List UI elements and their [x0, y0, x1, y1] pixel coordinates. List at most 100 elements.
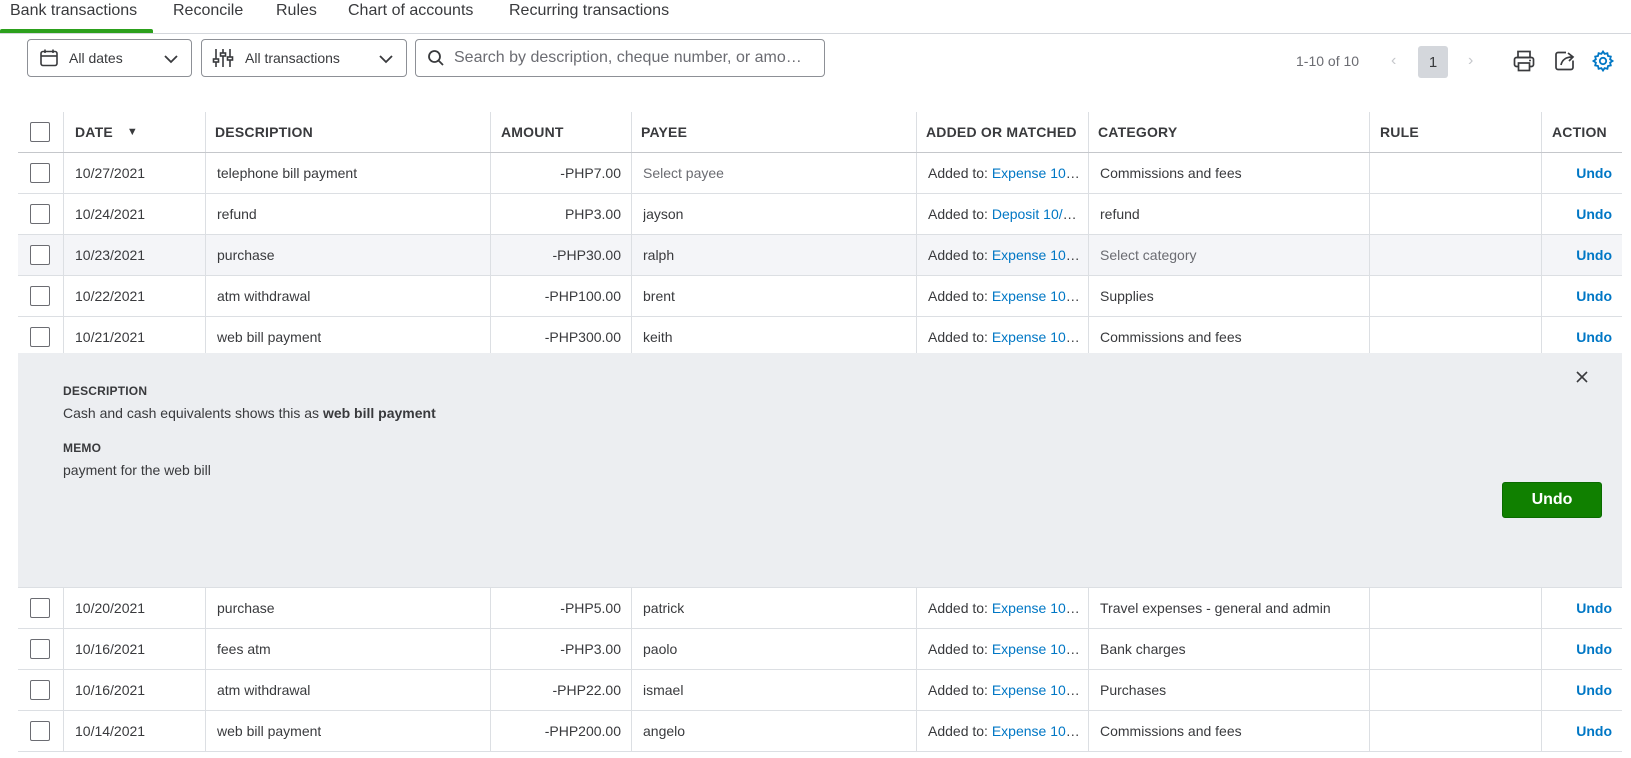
cell-category[interactable]: Commissions and fees	[1100, 153, 1335, 193]
matched-transaction-link[interactable]: Expense 10/16/2021	[992, 641, 1083, 657]
table-row[interactable]: 10/21/2021 web bill payment -PHP300.00 keit…	[18, 317, 1622, 358]
cell-payee[interactable]: Select payee	[643, 153, 903, 193]
row-undo-link[interactable]: Undo	[1552, 588, 1612, 628]
cell-payee[interactable]: ismael	[643, 670, 903, 710]
row-undo-link[interactable]: Undo	[1552, 317, 1612, 357]
cell-category[interactable]: refund	[1100, 194, 1335, 234]
header-rule[interactable]: RULE	[1380, 112, 1530, 152]
row-checkbox[interactable]	[30, 639, 50, 659]
tab-reconcile[interactable]: Reconcile	[173, 0, 243, 33]
cell-added-or-matched: Added to: Deposit 10/24/2021	[928, 194, 1083, 234]
row-checkbox[interactable]	[30, 163, 50, 183]
printer-icon[interactable]	[1511, 48, 1537, 74]
dates-dropdown[interactable]: All dates	[27, 39, 192, 77]
row-undo-link[interactable]: Undo	[1552, 629, 1612, 669]
matched-transaction-link[interactable]: Expense 10/21/2021	[992, 329, 1083, 345]
cell-payee[interactable]: brent	[643, 276, 903, 316]
column-divider	[631, 317, 632, 357]
cell-payee[interactable]: patrick	[643, 588, 903, 628]
matched-transaction-link[interactable]: Expense 10/20/2021	[992, 600, 1083, 616]
cell-category[interactable]: Bank charges	[1100, 629, 1335, 669]
matched-transaction-link[interactable]: Expense 10/23/2021	[992, 247, 1083, 263]
cell-payee[interactable]: keith	[643, 317, 903, 357]
header-added-or-matched[interactable]: ADDED OR MATCHED	[926, 112, 1086, 152]
select-all-checkbox[interactable]	[30, 122, 50, 142]
cell-date: 10/16/2021	[75, 641, 146, 657]
row-undo-link[interactable]: Undo	[1552, 670, 1612, 710]
row-checkbox[interactable]	[30, 286, 50, 306]
cell-rule	[1380, 588, 1530, 628]
column-divider	[1088, 711, 1089, 751]
table-row[interactable]: 10/16/2021 atm withdrawal -PHP22.00 ismael A…	[18, 670, 1622, 711]
matched-transaction-link[interactable]: Expense 10/22/2021	[992, 288, 1083, 304]
cell-category[interactable]: Commissions and fees	[1100, 711, 1335, 751]
row-checkbox[interactable]	[30, 721, 50, 741]
table-row[interactable]: 10/16/2021 fees atm -PHP3.00 paolo Added to:…	[18, 629, 1622, 670]
row-undo-link[interactable]: Undo	[1552, 194, 1612, 234]
row-undo-link[interactable]: Undo	[1552, 235, 1612, 275]
column-divider	[631, 629, 632, 669]
current-page-button[interactable]: 1	[1418, 46, 1448, 78]
column-divider	[916, 153, 917, 193]
matched-transaction-link[interactable]: Expense 10/14/2021	[992, 723, 1083, 739]
row-checkbox[interactable]	[30, 204, 50, 224]
tab-chart-of-accounts[interactable]: Chart of accounts	[348, 0, 473, 33]
cell-added-or-matched: Added to: Expense 10/20/2021	[928, 588, 1083, 628]
detail-undo-button[interactable]: Undo	[1502, 482, 1602, 518]
column-divider	[63, 670, 64, 710]
cell-category[interactable]: Commissions and fees	[1100, 317, 1335, 357]
prev-page-button[interactable]: ‹	[1391, 52, 1396, 70]
column-divider	[205, 629, 206, 669]
cell-category[interactable]: Purchases	[1100, 670, 1335, 710]
matched-transaction-link[interactable]: Deposit 10/24/2021	[992, 206, 1083, 222]
search-input[interactable]	[454, 49, 814, 67]
close-icon[interactable]	[1572, 367, 1592, 387]
added-prefix: Added to:	[928, 723, 992, 739]
cell-date: 10/23/2021	[75, 247, 146, 263]
cell-payee[interactable]: jayson	[643, 194, 903, 234]
cell-date: 10/16/2021	[75, 682, 146, 698]
cell-category[interactable]: Select category	[1100, 235, 1335, 275]
table-row[interactable]: 10/24/2021 refund PHP3.00 jayson Added to: D…	[18, 194, 1622, 235]
cell-payee[interactable]: paolo	[643, 629, 903, 669]
table-row[interactable]: 10/14/2021 web bill payment -PHP200.00 ange…	[18, 711, 1622, 752]
row-undo-link[interactable]: Undo	[1552, 276, 1612, 316]
cell-added-or-matched: Added to: Expense 10/14/2021	[928, 711, 1083, 751]
cell-payee[interactable]: ralph	[643, 235, 903, 275]
calendar-icon	[38, 48, 60, 68]
cell-rule	[1380, 629, 1530, 669]
filter-sliders-icon	[212, 47, 234, 69]
table-row[interactable]: 10/22/2021 atm withdrawal -PHP100.00 brent A…	[18, 276, 1622, 317]
gear-icon[interactable]	[1590, 48, 1616, 74]
column-divider	[1088, 235, 1089, 275]
header-payee[interactable]: PAYEE	[641, 112, 901, 152]
header-category[interactable]: CATEGORY	[1098, 112, 1358, 152]
column-divider	[1541, 153, 1542, 193]
row-checkbox[interactable]	[30, 245, 50, 265]
header-date[interactable]: DATE ▼	[75, 112, 195, 152]
cell-category[interactable]: Travel expenses - general and admin	[1100, 588, 1335, 628]
added-prefix: Added to:	[928, 682, 992, 698]
tab-recurring-transactions[interactable]: Recurring transactions	[509, 0, 669, 33]
transactions-dropdown[interactable]: All transactions	[201, 39, 407, 77]
tab-rules[interactable]: Rules	[276, 0, 317, 33]
table-row[interactable]: 10/23/2021 purchase -PHP30.00 ralph Added to…	[18, 235, 1622, 276]
matched-transaction-link[interactable]: Expense 10/27/2021	[992, 165, 1083, 181]
cell-payee[interactable]: angelo	[643, 711, 903, 751]
next-page-button[interactable]: ›	[1468, 52, 1473, 70]
search-box[interactable]	[415, 39, 825, 77]
header-amount[interactable]: AMOUNT	[501, 112, 621, 152]
cell-category[interactable]: Supplies	[1100, 276, 1335, 316]
tab-bank-transactions[interactable]: Bank transactions	[0, 0, 154, 33]
table-row[interactable]: 10/27/2021 telephone bill payment -PHP7.00…	[18, 153, 1622, 194]
row-undo-link[interactable]: Undo	[1552, 711, 1612, 751]
table-row[interactable]: 10/20/2021 purchase -PHP5.00 patrick Added t…	[18, 588, 1622, 629]
row-checkbox[interactable]	[30, 598, 50, 618]
export-icon[interactable]	[1552, 48, 1578, 74]
row-undo-link[interactable]: Undo	[1552, 153, 1612, 193]
header-description[interactable]: DESCRIPTION	[215, 112, 475, 152]
matched-transaction-link[interactable]: Expense 10/16/2021	[992, 682, 1083, 698]
table-header-row: DATE ▼ DESCRIPTION AMOUNT PAYEE ADDED OR…	[18, 112, 1622, 153]
row-checkbox[interactable]	[30, 327, 50, 347]
row-checkbox[interactable]	[30, 680, 50, 700]
